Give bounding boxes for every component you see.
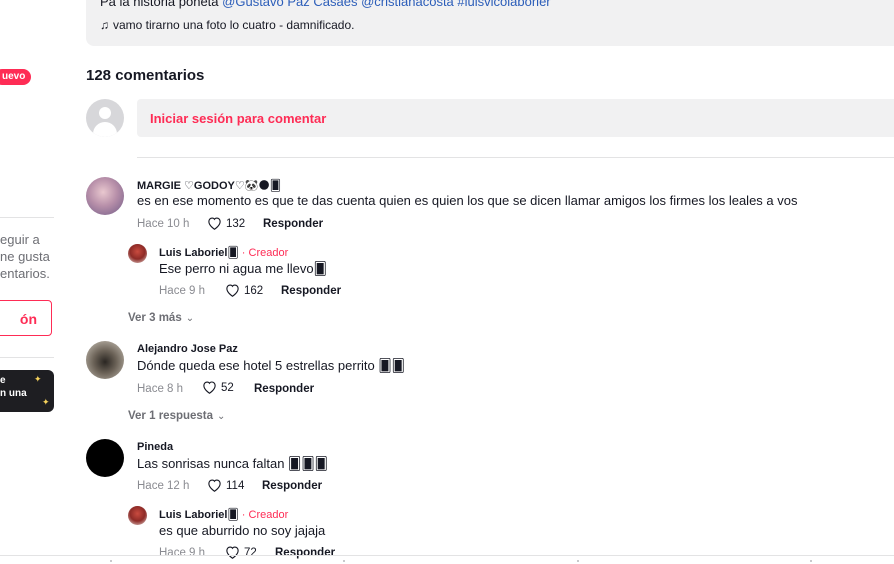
hashtag-link[interactable]: #luisvicolaborier [457, 0, 550, 9]
sidebar-promo-card[interactable]: e n una ✦ ✦ [0, 370, 54, 412]
like-count: 132 [226, 218, 246, 230]
bottom-bar-border [0, 555, 894, 556]
avatar-head-shape [99, 107, 111, 119]
bottom-bar-tick [343, 560, 345, 562]
view-more-replies[interactable]: Ver 3 más ⌄ [128, 312, 194, 324]
reply-username[interactable]: Luis Laboriel🂠 · Creador [159, 246, 288, 259]
creator-badge: · Creador [241, 509, 289, 521]
avatar-body-shape [93, 122, 117, 137]
reply-text: Ese perro ni agua me llevo🂠 [159, 261, 327, 276]
comments-count: 128 comentarios [86, 67, 205, 84]
sidebar-login-hint: eguir a ne gusta entarios. [0, 231, 60, 282]
sidebar-login-label: ón [19, 311, 37, 327]
comment-time: Hace 10 h [137, 218, 190, 230]
left-sidebar: uevo eguir a ne gusta entarios. ón e n u… [0, 0, 60, 564]
reply-button[interactable]: Responder [254, 383, 314, 395]
reply-button[interactable]: Responder [263, 218, 323, 230]
reply-username[interactable]: Luis Laboriel🂠 · Creador [159, 508, 288, 521]
comment-time: Hace 12 h [137, 480, 190, 492]
description-prefix: Pa la historia poneta [100, 0, 219, 9]
music-link[interactable]: ♫ vamo tirarno una foto lo cuatro - damni… [100, 18, 354, 32]
heart-icon [226, 546, 239, 559]
reply-time: Hace 9 h [159, 285, 206, 297]
like-button[interactable]: 132 [207, 216, 245, 230]
like-button[interactable]: 72 [225, 545, 257, 559]
heart-icon [208, 479, 221, 492]
bottom-bar-tick [810, 560, 812, 562]
sidebar-login-button[interactable]: ón [0, 300, 52, 336]
heart-icon [208, 217, 221, 230]
creator-avatar[interactable] [128, 506, 147, 525]
like-count: 162 [244, 285, 264, 297]
mention-link[interactable]: @Gustavo Paz Casaes [222, 0, 357, 9]
sidebar-divider [0, 217, 54, 218]
view-more-label: Ver 3 más [128, 312, 182, 324]
reply-button[interactable]: Responder [262, 480, 322, 492]
login-to-comment-label: Iniciar sesión para comentar [150, 111, 327, 126]
sparkle-icon: ✦ [34, 374, 42, 384]
bottom-bar-tick [577, 560, 579, 562]
reply-username-text: Luis Laboriel🂠 [159, 247, 239, 259]
reply-username-text: Luis Laboriel🂠 [159, 509, 239, 521]
reply-text: es que aburrido no soy jajaja [159, 523, 326, 538]
comment-text: Dónde queda ese hotel 5 estrellas perrit… [137, 358, 405, 373]
comments-divider [137, 157, 894, 158]
view-more-replies[interactable]: Ver 1 respuesta ⌄ [128, 410, 225, 422]
default-avatar [86, 99, 124, 137]
comment-username[interactable]: Pineda [137, 441, 173, 453]
music-note-icon: ♫ [100, 18, 109, 32]
sidebar-divider [0, 357, 54, 358]
comment-username[interactable]: Alejandro Jose Paz [137, 343, 238, 355]
creator-avatar[interactable] [128, 244, 147, 263]
reply-button[interactable]: Responder [281, 285, 341, 297]
view-more-label: Ver 1 respuesta [128, 410, 214, 422]
comment-text: Las sonrisas nunca faltan 🂠🂠🂠 [137, 456, 328, 471]
like-count: 114 [226, 480, 245, 492]
music-title: vamo tirarno una foto lo cuatro - damnif… [113, 18, 355, 32]
creator-badge: · Creador [241, 247, 289, 259]
promo-line: e [0, 375, 6, 386]
user-avatar[interactable] [86, 341, 124, 379]
like-button[interactable]: 52 [202, 380, 234, 394]
sidebar-hint-line: ne gusta [0, 249, 50, 264]
user-avatar[interactable] [86, 439, 124, 477]
comment-text: es en ese momento es que te das cuenta q… [137, 193, 798, 208]
comment-username[interactable]: MARGIE ♡GODOY♡🐼🌑🂠 [137, 179, 281, 192]
login-to-comment-button[interactable]: Iniciar sesión para comentar [137, 99, 894, 137]
like-count: 52 [221, 382, 234, 394]
chevron-down-icon: ⌄ [217, 411, 226, 422]
like-button[interactable]: 114 [207, 478, 244, 492]
user-avatar[interactable] [86, 177, 124, 215]
comment-time: Hace 8 h [137, 383, 184, 395]
sidebar-hint-line: eguir a [0, 232, 40, 247]
sidebar-hint-line: entarios. [0, 266, 50, 281]
heart-icon [203, 381, 216, 394]
chevron-down-icon: ⌄ [185, 313, 195, 324]
sparkle-icon: ✦ [42, 397, 50, 407]
heart-icon [226, 284, 239, 297]
reply-button[interactable]: Responder [275, 547, 335, 559]
reply-time: Hace 9 h [159, 547, 206, 559]
like-button[interactable]: 162 [225, 283, 263, 297]
mention-link[interactable]: @cristianacosta [361, 0, 454, 9]
like-count: 72 [244, 547, 257, 559]
new-badge: uevo [0, 69, 32, 85]
description-text: Pa la historia poneta @Gustavo Paz Casae… [100, 0, 551, 9]
bottom-bar-tick [110, 560, 112, 562]
video-description: Pa la historia poneta @Gustavo Paz Casae… [86, 0, 894, 46]
